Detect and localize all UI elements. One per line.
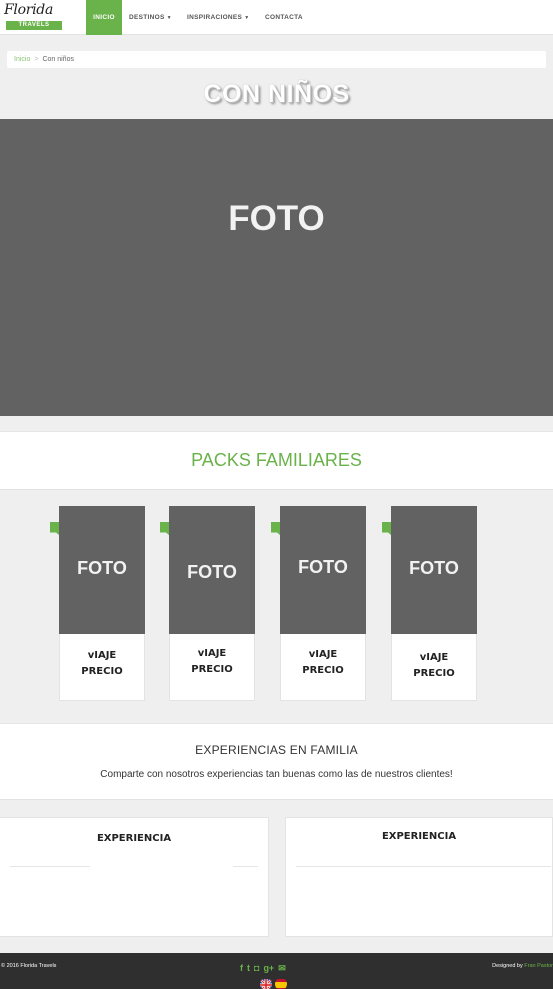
experiences-title: EXPERIENCIAS EN FAMILIA — [195, 743, 358, 757]
footer-credits-author[interactable]: Fran Pastor — [524, 963, 553, 969]
pack-card[interactable]: FOTO vIAJE PRECIO — [50, 506, 145, 701]
social-links: f t ◘ g+ ✉ — [240, 963, 286, 973]
pack-card-photo[interactable]: FOTO — [169, 506, 255, 634]
pack-card-photo-label: FOTO — [298, 557, 348, 577]
experiences-subtitle: Comparte con nosotros experiencias tan b… — [100, 769, 453, 780]
pack-card-price: PRECIO — [191, 664, 233, 675]
breadcrumb: Inicio > Con niños — [7, 51, 546, 68]
pack-card-trip: vIAJE — [419, 652, 449, 663]
packs-title: PACKS FAMILIARES — [191, 450, 362, 470]
experience-box[interactable]: EXPERIENCIA — [0, 817, 269, 937]
hero-photo: FOTO — [0, 119, 553, 416]
pack-card-photo[interactable]: FOTO — [59, 506, 145, 634]
divider — [10, 866, 90, 867]
pack-card-price: PRECIO — [81, 666, 123, 677]
nav-item-contacta[interactable]: CONTACTA — [265, 0, 303, 35]
logo-script: Florida — [4, 2, 53, 18]
pack-card-photo[interactable]: FOTO — [391, 506, 477, 634]
twitter-icon[interactable]: t — [247, 963, 250, 973]
language-switcher — [260, 978, 287, 989]
pack-card-price: PRECIO — [413, 668, 455, 679]
spanish-flag-icon[interactable] — [275, 978, 287, 989]
envelope-icon[interactable]: ✉ — [278, 963, 286, 973]
experiences-section-header: EXPERIENCIAS EN FAMILIA Comparte con nos… — [0, 723, 553, 800]
pack-card-photo-label: FOTO — [77, 558, 127, 578]
logo-ribbon: TRAVELS — [6, 21, 62, 30]
footer-copyright: © 2016 Florida Travels — [1, 963, 57, 969]
pack-card-trip: vIAJE — [197, 648, 227, 659]
pack-card[interactable]: FOTO vIAJE PRECIO — [160, 506, 255, 701]
experience-box-title: EXPERIENCIA — [381, 831, 457, 842]
google-plus-icon[interactable]: g+ — [263, 963, 274, 973]
footer-credits-prefix: Designed by — [492, 963, 523, 969]
pack-card-price: PRECIO — [302, 665, 344, 676]
footer-credits: Designed by Fran Pastor — [492, 963, 553, 969]
caret-down-icon: ▼ — [244, 15, 250, 21]
caret-down-icon: ▼ — [166, 15, 172, 21]
pack-card-photo[interactable]: FOTO — [280, 506, 366, 634]
nav-item-label: CONTACTA — [265, 14, 303, 21]
hero-photo-label: FOTO — [228, 199, 325, 238]
brand-logo[interactable]: Florida TRAVELS — [2, 2, 62, 32]
nav-item-label: INSPIRACIONES — [187, 14, 243, 21]
instagram-icon[interactable]: ◘ — [254, 963, 259, 973]
pack-card-trip: vIAJE — [308, 649, 338, 660]
pack-card-photo-label: FOTO — [187, 562, 237, 582]
packs-section-header: PACKS FAMILIARES — [0, 431, 553, 490]
divider — [233, 866, 258, 867]
pack-card[interactable]: FOTO vIAJE PRECIO — [382, 506, 477, 701]
breadcrumb-home-link[interactable]: Inicio — [14, 56, 30, 63]
experience-box[interactable]: EXPERIENCIA — [285, 817, 553, 937]
nav-item-inicio[interactable]: INICIO — [86, 0, 122, 35]
footer: © 2016 Florida Travels f t ◘ g+ ✉ Design… — [0, 953, 553, 989]
pack-card-photo-label: FOTO — [409, 558, 459, 578]
english-flag-icon[interactable] — [260, 978, 272, 989]
divider — [296, 866, 551, 867]
nav-item-destinos[interactable]: DESTINOS ▼ — [129, 0, 172, 35]
page-title: CON NIÑOS — [203, 80, 350, 108]
pack-card[interactable]: FOTO vIAJE PRECIO — [271, 506, 366, 701]
experience-box-title: EXPERIENCIA — [96, 833, 172, 844]
breadcrumb-separator: > — [34, 56, 39, 63]
pack-card-trip: vIAJE — [87, 650, 117, 661]
facebook-icon[interactable]: f — [240, 963, 243, 973]
navbar: Florida TRAVELS INICIO DESTINOS ▼ INSPIRA… — [0, 0, 553, 35]
breadcrumb-current: Con niños — [42, 56, 74, 63]
nav-item-inspiraciones[interactable]: INSPIRACIONES ▼ — [187, 0, 249, 35]
nav-item-label: INICIO — [93, 14, 115, 21]
nav-item-label: DESTINOS — [129, 14, 165, 21]
